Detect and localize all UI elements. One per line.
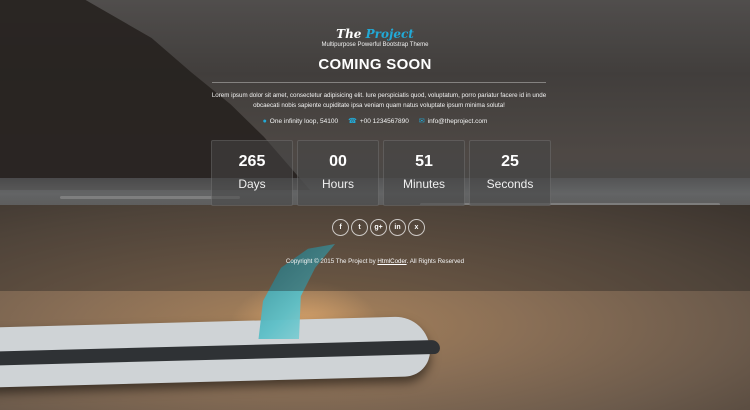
contact-address-text: One infinity loop, 54100 (269, 117, 339, 125)
contact-info: ● One infinity loop, 54100 ☎ +00 1234567… (0, 117, 750, 126)
countdown-label: Hours (321, 177, 354, 191)
footer-copyright: Copyright © 2015 The Project by HtmlCode… (0, 258, 750, 265)
countdown-label: Minutes (402, 177, 446, 191)
page-title: COMING SOON (318, 56, 432, 73)
contact-phone-text: +00 1234567890 (359, 117, 409, 125)
countdown-value: 00 (329, 153, 347, 170)
brand-logo[interactable]: The Project (0, 27, 750, 41)
twitter-icon[interactable]: t (351, 219, 368, 236)
countdown-value: 51 (415, 153, 433, 170)
xing-icon[interactable]: x (408, 219, 425, 236)
facebook-icon[interactable]: f (332, 219, 349, 236)
countdown-label: Seconds (486, 177, 534, 191)
contact-phone: ☎ +00 1234567890 (348, 117, 409, 126)
social-links: f t g+ in x (332, 219, 425, 236)
brand-name-a: The (336, 27, 362, 41)
map-marker-icon: ● (262, 117, 267, 125)
brand-tagline: Multipurpose Powerful Bootstrap Theme (321, 42, 429, 48)
title-divider (212, 82, 546, 83)
contact-email-text[interactable]: info@theproject.com (428, 118, 488, 125)
countdown-days: 265 Days (211, 140, 293, 206)
linkedin-icon[interactable]: in (389, 219, 406, 236)
page-description: Lorem ipsum dolor sit amet, consectetur … (211, 92, 547, 109)
phone-icon: ☎ (348, 118, 357, 125)
copyright-suffix: . All Rights Reserved (406, 258, 465, 265)
google-plus-icon[interactable]: g+ (370, 219, 387, 236)
countdown-minutes: 51 Minutes (383, 140, 465, 206)
countdown-hours: 00 Hours (297, 140, 379, 206)
countdown-timer: 265 Days 00 Hours 51 Minutes 25 Seconds (211, 140, 551, 206)
copyright-prefix: Copyright © 2015 The Project by (285, 258, 378, 265)
countdown-value: 265 (238, 153, 266, 170)
countdown-value: 25 (501, 153, 519, 170)
envelope-icon: ✉ (418, 118, 425, 125)
contact-address: ● One infinity loop, 54100 (263, 117, 339, 125)
htmlcoder-link[interactable]: HtmlCoder (377, 258, 406, 265)
coming-soon-page: The Project Multipurpose Powerful Bootst… (0, 0, 750, 410)
countdown-label: Days (238, 177, 266, 191)
brand-name-b: Project (365, 27, 414, 41)
countdown-seconds: 25 Seconds (469, 140, 551, 206)
contact-email[interactable]: ✉ info@theproject.com (418, 117, 488, 126)
